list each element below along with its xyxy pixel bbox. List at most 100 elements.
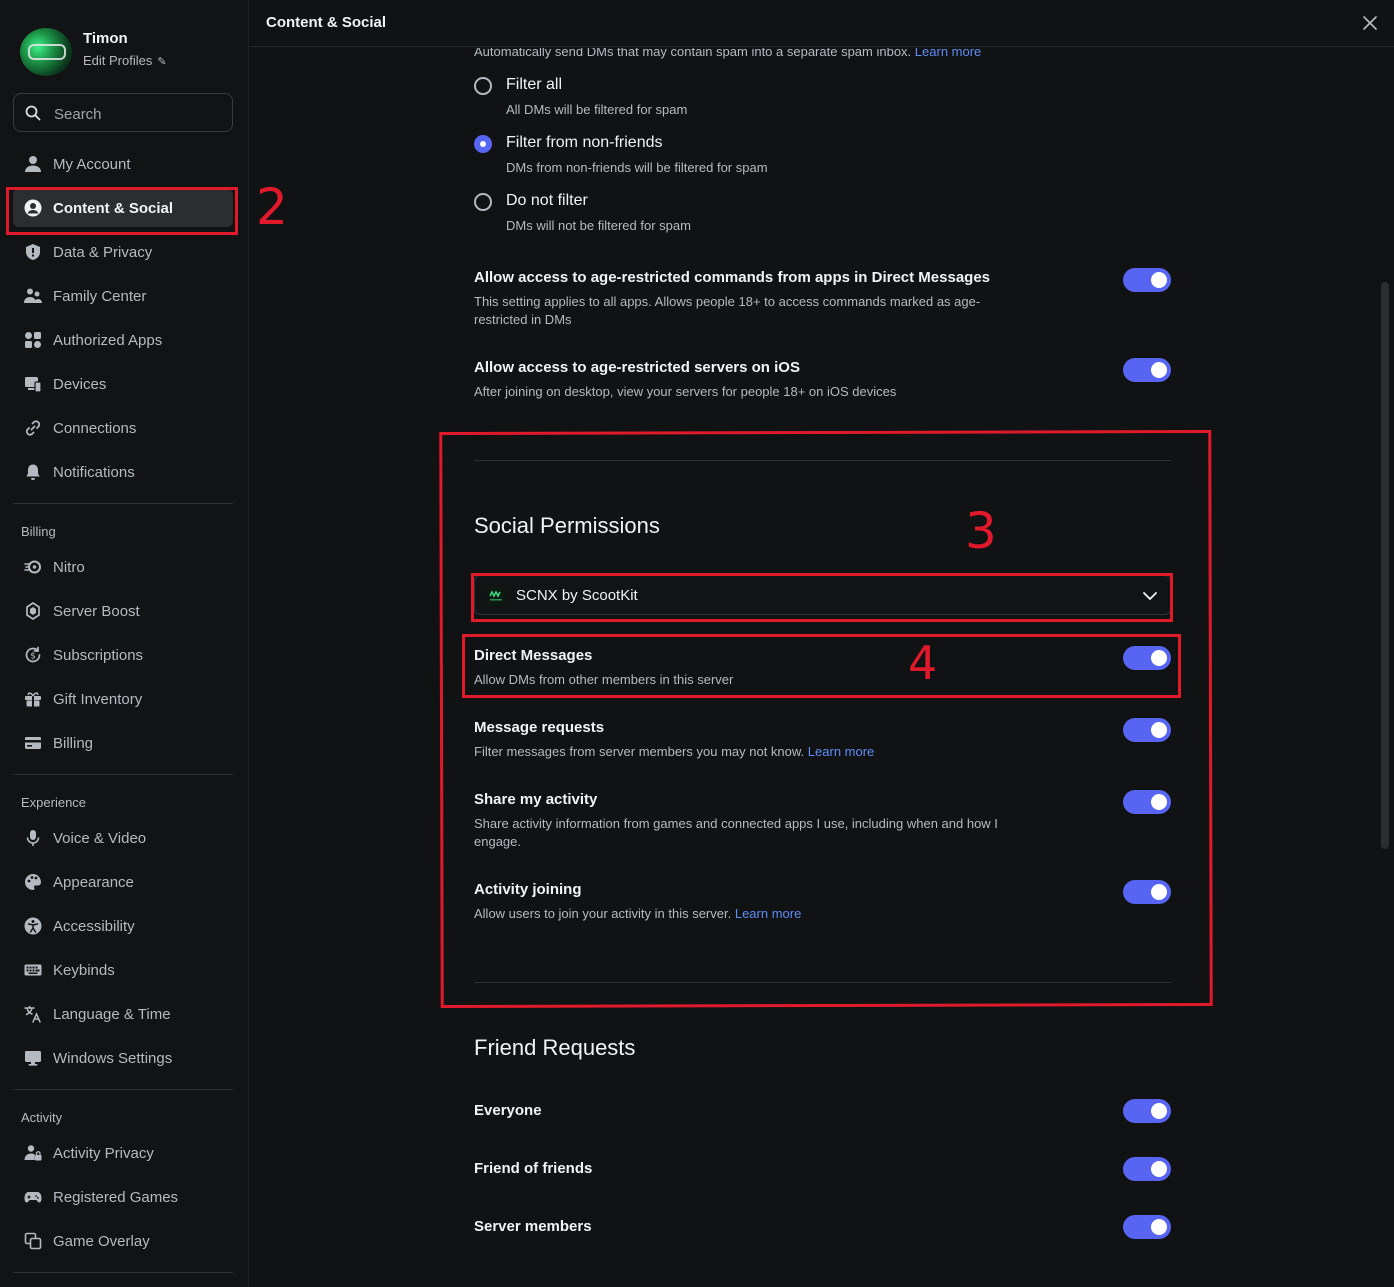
sidebar-item-connections[interactable]: Connections — [13, 409, 233, 447]
sidebar-item-label: Notifications — [53, 463, 135, 481]
annotation-box-2 — [6, 187, 238, 235]
link-icon — [23, 418, 43, 438]
activity-section-label: Activity — [21, 1110, 63, 1125]
annotation-box-dropdown — [471, 573, 1173, 622]
sidebar-item-nitro[interactable]: Nitro — [13, 548, 233, 586]
setting-title: Allow access to age-restricted commands … — [474, 269, 991, 286]
sidebar-item-label: Registered Games — [53, 1188, 179, 1206]
sidebar-item-label: Devices — [53, 375, 107, 393]
accessibility-icon — [23, 916, 43, 936]
radio-button[interactable] — [474, 135, 492, 153]
sidebar-divider — [13, 774, 233, 775]
sidebar-item-voice-video[interactable]: Voice & Video — [13, 819, 233, 857]
sidebar-item-registered-games[interactable]: Registered Games — [13, 1178, 233, 1216]
search-box — [13, 93, 233, 132]
sidebar-item-authorized-apps[interactable]: Authorized Apps — [13, 321, 233, 359]
settings-header: Content & Social — [250, 0, 1394, 47]
sidebar-item-keybinds[interactable]: Keybinds — [13, 951, 233, 989]
annotation-label-3: 3 — [965, 502, 997, 560]
sidebar-item-accessibility[interactable]: Accessibility — [13, 907, 233, 945]
sidebar-item-windows-settings[interactable]: Windows Settings — [13, 1039, 233, 1077]
person-icon — [23, 154, 43, 174]
sidebar-item-my-account[interactable]: My Account — [13, 145, 233, 183]
billing-section-label: Billing — [21, 524, 56, 539]
setting-title: Friend of friends — [474, 1160, 593, 1177]
sidebar-item-gift-inventory[interactable]: Gift Inventory — [13, 680, 233, 718]
sidebar-item-label: Family Center — [53, 287, 147, 305]
gamepad-icon — [23, 1187, 43, 1207]
svg-text:$: $ — [30, 652, 36, 662]
setting-title: Server members — [474, 1218, 592, 1235]
sidebar-item-language-time[interactable]: Language & Time — [13, 995, 233, 1033]
sidebar-item-label: Subscriptions — [53, 646, 144, 664]
toggle-age-restricted-ios[interactable] — [1123, 358, 1171, 382]
activity-privacy-icon — [23, 1143, 43, 1163]
sidebar-item-label: Voice & Video — [53, 829, 147, 847]
sidebar-item-activity-privacy[interactable]: Activity Privacy — [13, 1134, 233, 1172]
card-icon — [23, 733, 43, 753]
sidebar-item-label: Nitro — [53, 558, 85, 576]
radio-desc: All DMs will be filtered for spam — [506, 102, 688, 117]
toggle-friend-requests-server-members[interactable] — [1123, 1215, 1171, 1239]
sidebar-item-label: Gift Inventory — [53, 690, 143, 708]
toggle-friend-requests-friends-of-friends[interactable] — [1123, 1157, 1171, 1181]
setting-title: Allow access to age-restricted servers o… — [474, 359, 800, 376]
setting-title: Everyone — [474, 1102, 542, 1119]
radio-label: Do not filter — [506, 192, 588, 209]
sidebar-item-devices[interactable]: Devices — [13, 365, 233, 403]
sidebar-item-subscriptions[interactable]: $ Subscriptions — [13, 636, 233, 674]
sidebar-item-game-overlay[interactable]: Game Overlay — [13, 1222, 233, 1260]
pencil-icon: ✎ — [157, 56, 167, 68]
sidebar-item-label: Appearance — [53, 873, 134, 891]
keyboard-icon — [23, 960, 43, 980]
profile-name: Timon — [83, 30, 128, 47]
radio-button[interactable] — [474, 77, 492, 95]
search-input[interactable] — [52, 102, 226, 126]
sidebar-item-billing[interactable]: Billing — [13, 724, 233, 762]
sidebar-item-label: Language & Time — [53, 1005, 171, 1023]
sidebar-item-appearance[interactable]: Appearance — [13, 863, 233, 901]
toggle-age-restricted-commands[interactable] — [1123, 268, 1171, 292]
dm-spam-intro-text: Automatically send DMs that may contain … — [474, 48, 912, 59]
page-title: Content & Social — [266, 14, 387, 31]
sidebar-item-label: Billing — [53, 734, 94, 752]
sidebar-item-label: Data & Privacy — [53, 243, 153, 261]
overlay-icon — [23, 1231, 43, 1251]
close-icon — [1363, 16, 1377, 30]
sidebar-item-label: Activity Privacy — [53, 1144, 154, 1162]
sidebar-divider — [13, 1272, 233, 1273]
search-icon — [25, 105, 41, 121]
radio-desc: DMs from non-friends will be filtered fo… — [506, 160, 768, 175]
sidebar-divider — [13, 1089, 233, 1090]
palette-icon — [23, 872, 43, 892]
gift-icon — [23, 689, 43, 709]
annotation-label-4: 4 — [908, 636, 938, 690]
experience-section-label: Experience — [21, 795, 87, 810]
dm-spam-intro: Automatically send DMs that may contain … — [474, 48, 981, 61]
annotation-box-3 — [439, 429, 1213, 1009]
sidebar-item-label: Windows Settings — [53, 1049, 173, 1067]
scrollbar[interactable] — [1381, 282, 1389, 849]
close-button[interactable] — [1360, 13, 1380, 33]
edit-profiles-link[interactable]: Edit Profiles ✎ — [83, 53, 167, 68]
radio-label: Filter all — [506, 76, 563, 93]
setting-desc: After joining on desktop, view your serv… — [474, 384, 897, 399]
sidebar-item-notifications[interactable]: Notifications — [13, 453, 233, 491]
sidebar-item-label: Authorized Apps — [53, 331, 163, 349]
sidebar-item-label: Keybinds — [53, 961, 115, 979]
learn-more-link[interactable]: Learn more — [915, 48, 981, 59]
radio-button[interactable] — [474, 193, 492, 211]
nitro-icon — [23, 557, 43, 577]
friend-requests-title: Friend Requests — [474, 1035, 636, 1060]
apps-icon — [23, 330, 43, 350]
sidebar-item-family-center[interactable]: Family Center — [13, 277, 233, 315]
sidebar-item-label: My Account — [53, 155, 131, 173]
sidebar-item-server-boost[interactable]: Server Boost — [13, 592, 233, 630]
radio-label: Filter from non-friends — [506, 134, 663, 151]
annotation-box-4 — [462, 634, 1181, 698]
toggle-friend-requests-everyone[interactable] — [1123, 1099, 1171, 1123]
setting-desc: This setting applies to all apps. Allows… — [474, 294, 981, 327]
sidebar-item-data-privacy[interactable]: Data & Privacy — [13, 233, 233, 271]
monitor-icon — [23, 1048, 43, 1068]
language-icon — [23, 1004, 43, 1024]
